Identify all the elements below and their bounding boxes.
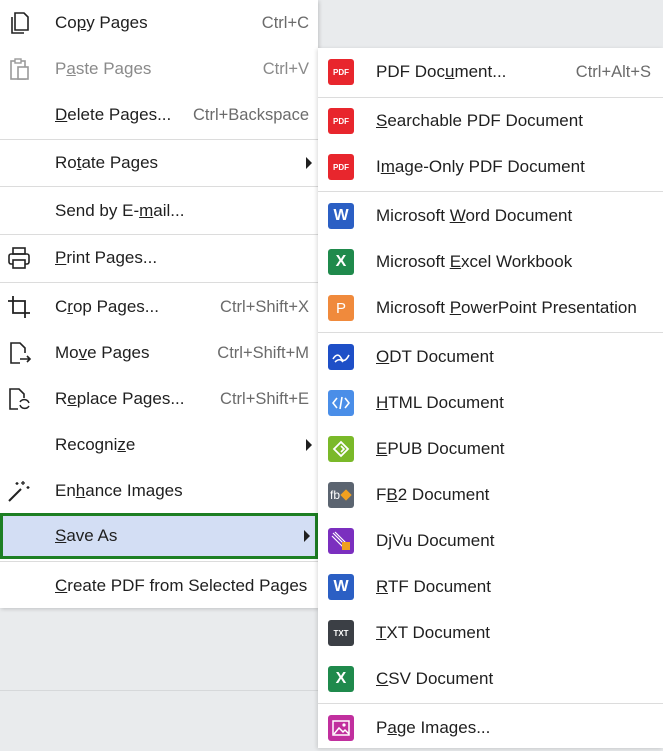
menu-item-create-pdf-from-selected-pages[interactable]: Create PDF from Selected Pages — [0, 563, 318, 609]
menu-item-label: Save As — [55, 526, 118, 545]
menu-item-recognize[interactable]: Recognize — [0, 422, 318, 468]
crop-icon — [8, 296, 30, 318]
menu-item-label: Delete Pages... — [55, 105, 172, 124]
submenu-arrow-icon — [306, 157, 312, 169]
submenu-item-fb2-document[interactable]: fb FB2 Document — [318, 472, 663, 518]
excel-icon: X — [328, 249, 354, 275]
submenu-item-label: Page Images... — [376, 718, 491, 737]
shortcut-label: Ctrl+Shift+X — [220, 297, 309, 316]
submenu-item-odt-document[interactable]: ODT Document — [318, 334, 663, 380]
pdf-icon: PDF — [328, 108, 354, 134]
fb2-icon: fb — [328, 482, 354, 508]
menu-item-replace-pages[interactable]: Replace Pages... Ctrl+Shift+E — [0, 376, 318, 422]
menu-separator — [318, 332, 663, 333]
submenu-item-page-images[interactable]: Page Images... — [318, 705, 663, 751]
submenu-item-label: Microsoft Word Document — [376, 206, 573, 225]
menu-item-label: Replace Pages... — [55, 389, 185, 408]
menu-item-label: Copy Pages — [55, 13, 148, 32]
printer-icon — [8, 247, 30, 269]
menu-item-save-as[interactable]: Save As — [0, 513, 318, 559]
menu-separator — [0, 561, 318, 562]
html-code-icon — [328, 390, 354, 416]
submenu-item-rtf-document[interactable]: W RTF Document — [318, 564, 663, 610]
pdf-icon: PDF — [328, 154, 354, 180]
djvu-icon — [328, 528, 354, 554]
context-menu: Copy Pages Ctrl+C Paste Pages Ctrl+V Del… — [0, 0, 318, 608]
menu-item-paste-pages[interactable]: Paste Pages Ctrl+V — [0, 46, 318, 92]
shortcut-label: Ctrl+C — [261, 13, 309, 32]
submenu-item-label: Image-Only PDF Document — [376, 157, 585, 176]
submenu-item-excel-workbook[interactable]: X Microsoft Excel Workbook — [318, 239, 663, 285]
submenu-item-label: HTML Document — [376, 393, 504, 412]
shortcut-label: Ctrl+Shift+M — [217, 343, 309, 362]
pdf-icon: PDF — [328, 59, 354, 85]
move-pages-icon — [10, 342, 32, 364]
menu-separator — [318, 703, 663, 704]
menu-separator — [0, 186, 318, 187]
menu-item-label: Rotate Pages — [55, 153, 159, 172]
menu-item-move-pages[interactable]: Move Pages Ctrl+Shift+M — [0, 330, 318, 376]
menu-item-enhance-images[interactable]: Enhance Images — [0, 468, 318, 514]
menu-item-print-pages[interactable]: Print Pages... — [0, 235, 318, 281]
menu-item-rotate-pages[interactable]: Rotate Pages — [0, 140, 318, 186]
submenu-item-image-only-pdf[interactable]: PDF Image-Only PDF Document — [318, 144, 663, 190]
submenu-item-label: CSV Document — [376, 669, 494, 688]
submenu-item-djvu-document[interactable]: DjVu Document — [318, 518, 663, 564]
menu-item-label: Move Pages — [55, 343, 150, 362]
menu-item-label: Paste Pages — [55, 59, 152, 78]
submenu-item-csv-document[interactable]: X CSV Document — [318, 656, 663, 702]
submenu-item-html-document[interactable]: HTML Document — [318, 380, 663, 426]
menu-item-label: Crop Pages... — [55, 297, 159, 316]
epub-icon — [328, 436, 354, 462]
submenu-item-label: Microsoft Excel Workbook — [376, 252, 573, 271]
submenu-item-label: Searchable PDF Document — [376, 111, 583, 130]
menu-item-delete-pages[interactable]: Delete Pages... Ctrl+Backspace — [0, 92, 318, 138]
submenu-item-label: TXT Document — [376, 623, 491, 642]
submenu-item-label: Microsoft PowerPoint Presentation — [376, 298, 637, 317]
submenu-item-label: ODT Document — [376, 347, 494, 366]
copy-icon — [11, 12, 29, 34]
submenu-item-epub-document[interactable]: EPUB Document — [318, 426, 663, 472]
txt-icon: TXT — [328, 620, 354, 646]
magic-wand-icon — [8, 481, 30, 502]
submenu-item-label: EPUB Document — [376, 439, 505, 458]
submenu-item-label: DjVu Document — [376, 531, 495, 550]
save-as-submenu: PDF PDF Document... Ctrl+Alt+S PDF Searc… — [318, 48, 663, 748]
submenu-item-searchable-pdf[interactable]: PDF Searchable PDF Document — [318, 98, 663, 144]
shortcut-label: Ctrl+Alt+S — [575, 63, 651, 81]
menu-item-label: Send by E-mail... — [55, 201, 185, 220]
menu-item-label: Print Pages... — [55, 248, 158, 267]
submenu-arrow-icon — [304, 530, 310, 542]
submenu-item-label: PDF Document... — [376, 62, 507, 81]
menu-separator — [318, 191, 663, 192]
submenu-item-label: FB2 Document — [376, 485, 490, 504]
odt-icon — [328, 344, 354, 370]
menu-item-label: Recognize — [55, 435, 136, 454]
background-divider — [0, 690, 320, 691]
paste-icon — [10, 58, 29, 80]
menu-separator — [0, 282, 318, 283]
submenu-item-powerpoint-presentation[interactable]: P Microsoft PowerPoint Presentation — [318, 285, 663, 331]
word-icon: W — [328, 203, 354, 229]
shortcut-label: Ctrl+Backspace — [192, 105, 309, 124]
rtf-icon: W — [328, 574, 354, 600]
submenu-arrow-icon — [306, 439, 312, 451]
submenu-item-pdf-document[interactable]: PDF PDF Document... Ctrl+Alt+S — [318, 49, 663, 95]
menu-item-send-by-email[interactable]: Send by E-mail... — [0, 188, 318, 234]
menu-item-copy-pages[interactable]: Copy Pages Ctrl+C — [0, 0, 318, 46]
image-icon — [328, 715, 354, 741]
powerpoint-icon: P — [328, 295, 354, 321]
menu-item-crop-pages[interactable]: Crop Pages... Ctrl+Shift+X — [0, 284, 318, 330]
submenu-item-word-document[interactable]: W Microsoft Word Document — [318, 193, 663, 239]
csv-icon: X — [328, 666, 354, 692]
replace-pages-icon — [9, 388, 30, 410]
shortcut-label: Ctrl+V — [262, 59, 309, 78]
submenu-item-label: RTF Document — [376, 577, 491, 596]
submenu-item-txt-document[interactable]: TXT TXT Document — [318, 610, 663, 656]
menu-item-label: Enhance Images — [55, 481, 183, 500]
menu-item-label: Create PDF from Selected Pages — [55, 576, 308, 595]
shortcut-label: Ctrl+Shift+E — [220, 389, 309, 408]
